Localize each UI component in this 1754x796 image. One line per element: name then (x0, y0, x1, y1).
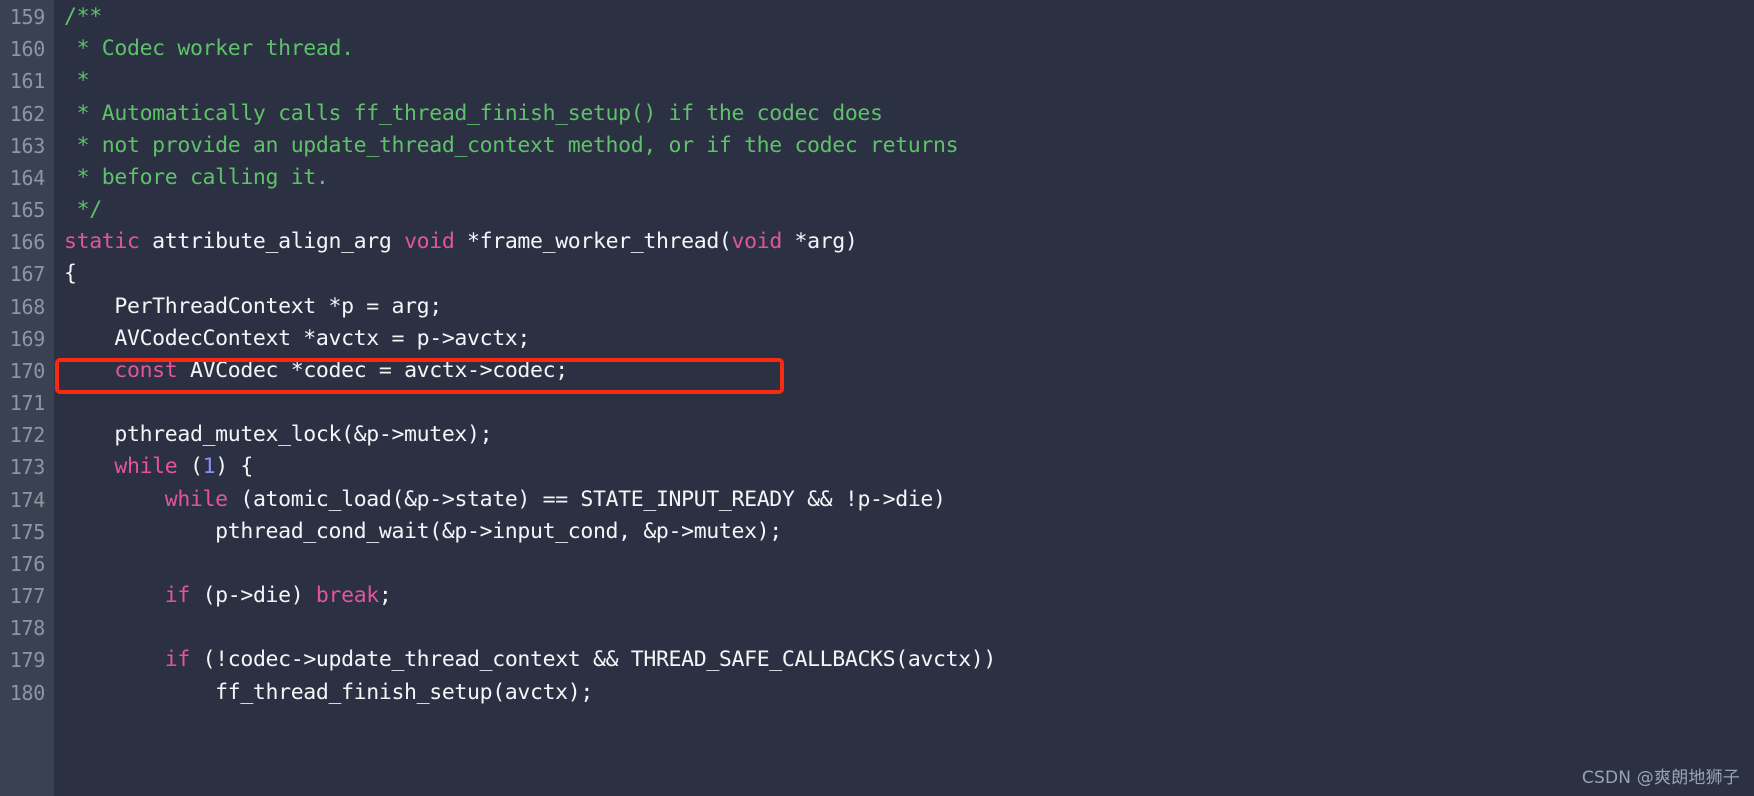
code-token-keyword: if (164, 583, 191, 609)
code-line[interactable] (64, 387, 1754, 419)
code-token-plain: PerThreadContext *p = arg; (64, 293, 442, 319)
line-number[interactable]: 163 (0, 130, 54, 162)
code-line[interactable]: /** (64, 1, 1754, 33)
line-number[interactable]: 159 (0, 1, 54, 33)
code-editor: 159 160 161 162 163 164 165 166 167 168 169 170 171 1… (0, 0, 1754, 796)
code-line[interactable]: while (atomic_load(&p->state) == STATE_I… (64, 484, 1754, 516)
line-number[interactable]: 172 (0, 419, 54, 451)
line-number[interactable]: 169 (0, 323, 54, 355)
code-line[interactable] (64, 548, 1754, 580)
code-token-keyword: break (315, 583, 379, 609)
line-number[interactable]: 166 (0, 226, 54, 258)
code-token-keyword: void (731, 229, 783, 255)
code-line[interactable]: AVCodecContext *avctx = p->avctx; (64, 323, 1754, 355)
line-number[interactable]: 179 (0, 644, 54, 676)
line-number[interactable]: 173 (0, 451, 54, 483)
code-token-plain: ff_thread_finish_setup(avctx); (64, 679, 593, 705)
code-token-comment: * (64, 68, 90, 94)
code-line[interactable]: * (64, 65, 1754, 97)
code-token-plain: (p->die) (189, 583, 316, 609)
code-token-plain: pthread_cond_wait(&p->input_cond, &p->mu… (64, 518, 782, 544)
line-number[interactable]: 161 (0, 65, 54, 97)
code-token-comment: /** (64, 4, 102, 29)
line-number[interactable]: 160 (0, 33, 54, 65)
line-number[interactable]: 180 (0, 677, 54, 709)
line-number[interactable]: 178 (0, 612, 54, 644)
code-line[interactable] (64, 612, 1754, 644)
code-line[interactable]: pthread_cond_wait(&p->input_cond, &p->mu… (64, 516, 1754, 548)
code-token-keyword: if (164, 647, 191, 673)
code-line[interactable]: */ (64, 194, 1754, 226)
code-line[interactable]: if (!codec->update_thread_context && THR… (64, 644, 1754, 676)
code-line[interactable]: const AVCodec *codec = avctx->codec; (64, 355, 1754, 387)
code-token-keyword: while (114, 454, 178, 480)
line-number[interactable]: 168 (0, 291, 54, 323)
code-token-plain: *arg) (781, 229, 858, 255)
code-token-comment: * not provide an update_thread_context m… (64, 132, 959, 158)
code-token-keyword: while (164, 486, 228, 512)
line-number[interactable]: 177 (0, 580, 54, 612)
code-lines[interactable]: /** * Codec worker thread. * * Automatic… (54, 0, 1754, 796)
code-line[interactable]: PerThreadContext *p = arg; (64, 291, 1754, 323)
code-token-plain: pthread_mutex_lock(&p->mutex); (64, 422, 493, 448)
code-token-plain: (atomic_load(&p->state) == STATE_INPUT_R… (227, 486, 946, 512)
line-number[interactable]: 176 (0, 548, 54, 580)
code-token-plain: ; (378, 583, 392, 609)
code-token-comment: * Automatically calls ff_thread_finish_s… (64, 100, 883, 126)
code-token-plain: attribute_align_arg (139, 229, 405, 255)
line-number[interactable]: 170 (0, 355, 54, 387)
line-number[interactable]: 174 (0, 484, 54, 516)
code-token-comment: */ (64, 197, 103, 223)
code-token-keyword: const (114, 357, 178, 383)
code-token-comment: * before calling it. (64, 164, 329, 190)
code-token-comment: * Codec worker thread. (64, 36, 354, 62)
csdn-watermark: CSDN @爽朗地狮子 (1581, 768, 1740, 788)
code-token-plain: (!codec->update_thread_context && THREAD… (189, 647, 997, 673)
line-number[interactable]: 175 (0, 516, 54, 548)
code-line[interactable]: ff_thread_finish_setup(avctx); (64, 677, 1754, 709)
code-token-number: 1 (202, 454, 216, 480)
code-token-keyword: static (64, 229, 140, 255)
code-token-plain: { (64, 261, 77, 287)
line-number[interactable]: 171 (0, 387, 54, 419)
code-line[interactable]: * Automatically calls ff_thread_finish_s… (64, 98, 1754, 130)
code-line[interactable]: while (1) { (64, 451, 1754, 483)
code-line[interactable]: pthread_mutex_lock(&p->mutex); (64, 419, 1754, 451)
code-line[interactable]: * Codec worker thread. (64, 33, 1754, 65)
code-token-keyword: void (404, 229, 455, 255)
code-line[interactable]: * before calling it. (64, 162, 1754, 194)
line-number-gutter[interactable]: 159 160 161 162 163 164 165 166 167 168 169 170 171 1… (0, 0, 54, 796)
code-line[interactable]: { (64, 258, 1754, 290)
line-number[interactable]: 164 (0, 162, 54, 194)
code-line[interactable]: if (p->die) break; (64, 580, 1754, 612)
code-token-plain: *frame_worker_thread( (454, 229, 732, 255)
code-view[interactable]: 159 160 161 162 163 164 165 166 167 168 169 170 171 1… (0, 0, 1754, 796)
code-line[interactable]: static attribute_align_arg void *frame_w… (64, 226, 1754, 258)
code-line[interactable]: * not provide an update_thread_context m… (64, 130, 1754, 162)
code-token-plain: AVCodec *codec = avctx->codec; (177, 357, 568, 383)
line-number[interactable]: 167 (0, 258, 54, 290)
line-number[interactable]: 165 (0, 194, 54, 226)
code-token-plain: ( (177, 454, 203, 480)
code-token-plain: AVCodecContext *avctx = p->avctx; (64, 325, 530, 351)
code-token-plain: ) { (215, 454, 253, 480)
line-number[interactable]: 162 (0, 98, 54, 130)
